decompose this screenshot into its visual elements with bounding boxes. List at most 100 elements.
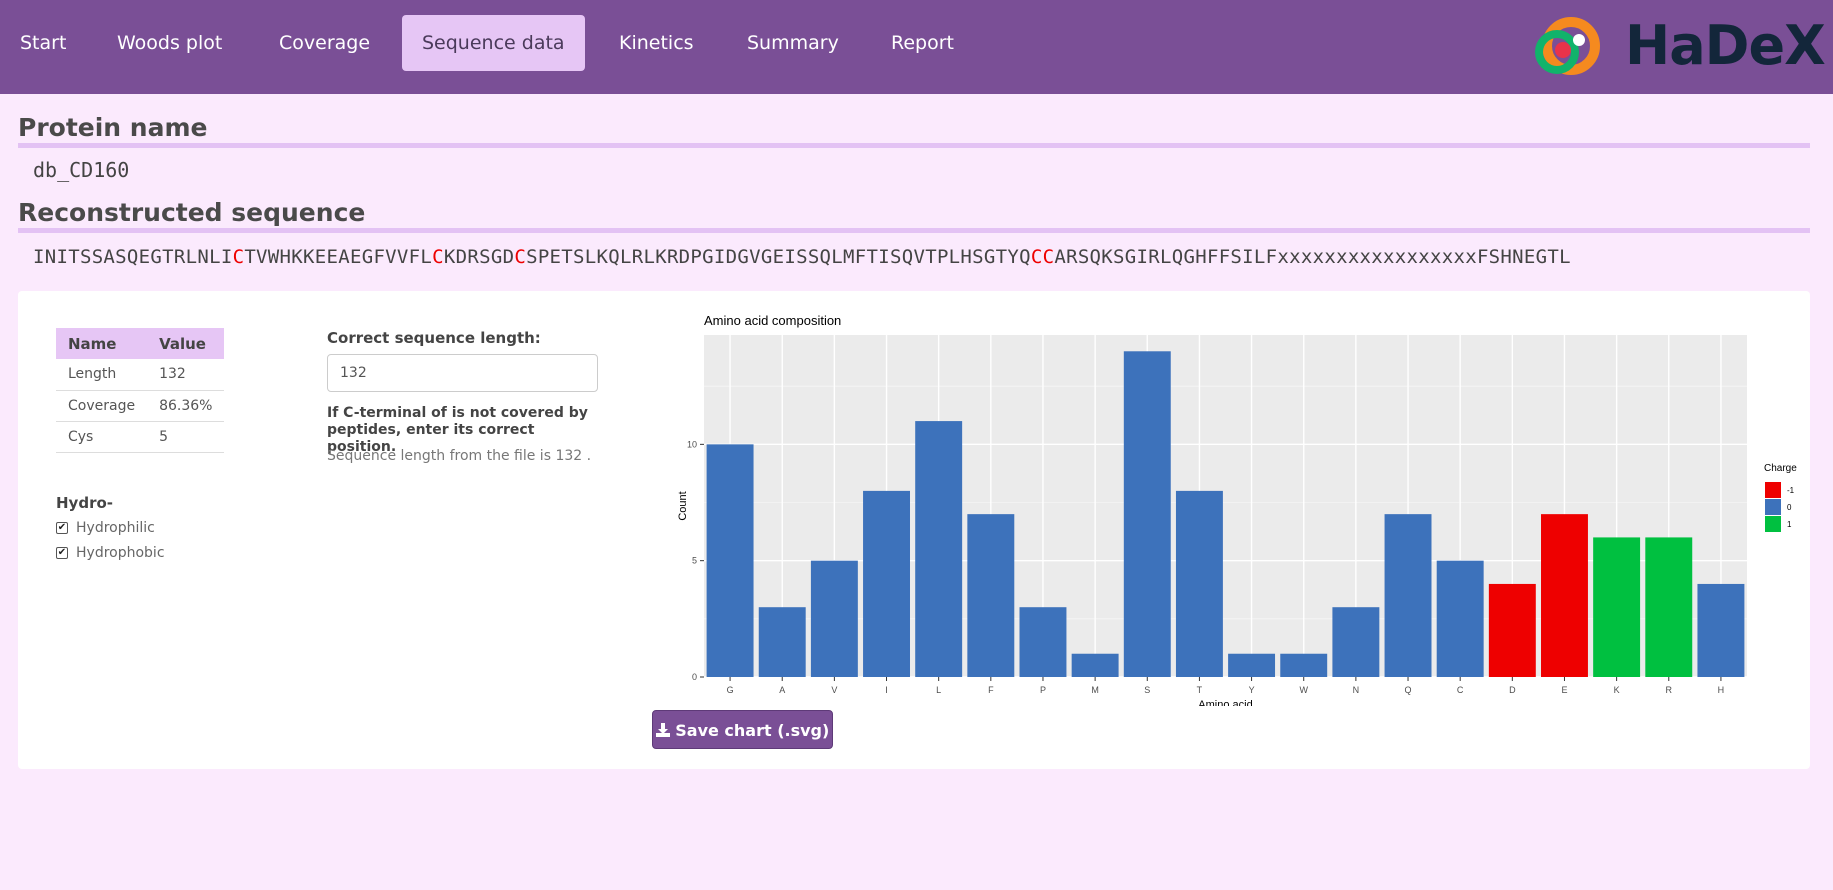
column-header-name: Name xyxy=(56,328,148,359)
x-tick-label: G xyxy=(727,685,734,695)
hydrophobic-checkbox-row[interactable]: ✔ Hydrophobic xyxy=(56,545,165,561)
x-axis-label: Amino acid xyxy=(1198,699,1252,706)
table-row: Cys 5 xyxy=(56,421,225,453)
bar-T xyxy=(1175,490,1223,677)
x-tick-label: D xyxy=(1509,685,1516,695)
bar-N xyxy=(1332,607,1380,677)
file-length-note: Sequence length from the file is 132 . xyxy=(327,448,592,464)
bar-R xyxy=(1645,537,1693,677)
x-tick-label: S xyxy=(1144,685,1150,695)
logo-text: HaDeX xyxy=(1625,14,1826,77)
tab-report[interactable]: Report xyxy=(871,15,974,71)
bar-S xyxy=(1123,351,1171,677)
bar-W xyxy=(1280,653,1328,677)
tab-kinetics[interactable]: Kinetics xyxy=(599,15,714,71)
x-tick-label: P xyxy=(1040,685,1046,695)
chart-title: Amino acid composition xyxy=(704,313,841,328)
cysteine-highlight: C xyxy=(432,246,444,268)
stat-value: 5 xyxy=(147,421,225,453)
tab-sequence-data[interactable]: Sequence data xyxy=(402,15,585,71)
legend-label: -1 xyxy=(1787,486,1795,495)
y-tick-label: 10 xyxy=(687,439,697,449)
x-tick-label: Q xyxy=(1405,685,1412,695)
table-header-row: Name Value xyxy=(56,328,225,359)
x-tick-label: E xyxy=(1561,685,1567,695)
bar-Y xyxy=(1228,653,1276,677)
cysteine-highlight: CC xyxy=(1030,246,1055,268)
save-chart-button[interactable]: Save chart (.svg) xyxy=(652,710,833,749)
x-tick-label: N xyxy=(1353,685,1360,695)
cysteine-highlight: C xyxy=(514,246,527,268)
hydrophilic-label: Hydrophilic xyxy=(76,520,155,536)
legend-swatch xyxy=(1765,516,1781,532)
y-axis-label: Count xyxy=(677,491,689,520)
bar-I xyxy=(863,490,910,677)
x-tick-label: I xyxy=(885,685,888,695)
bar-P xyxy=(1019,607,1067,677)
tab-summary[interactable]: Summary xyxy=(727,15,859,71)
bar-G xyxy=(706,444,754,677)
bar-M xyxy=(1071,653,1119,677)
amino-acid-composition-chart: Amino acid composition0510G A V I L F P M S T Y W N Q… xyxy=(677,313,1797,706)
hydrophobic-checkbox[interactable]: ✔ xyxy=(56,547,68,559)
legend-title: Charge xyxy=(1764,463,1797,474)
x-tick-label: M xyxy=(1091,685,1099,695)
cysteine-highlight: C xyxy=(232,246,245,268)
hydro-heading: Hydro- xyxy=(56,494,113,512)
sequence-rule xyxy=(18,228,1810,233)
sequence-segment: SPETSLKQLRLKRDPGIDGVGEISSQLMFTISQVTPLHSG… xyxy=(526,246,1031,268)
sequence-segment: KDRSGD xyxy=(443,246,515,268)
x-tick-label: T xyxy=(1197,685,1203,695)
tab-coverage[interactable]: Coverage xyxy=(259,15,390,71)
stat-name: Coverage xyxy=(56,390,148,422)
legend-swatch xyxy=(1765,499,1781,515)
x-tick-label: K xyxy=(1614,685,1620,695)
hadex-logo-icon xyxy=(1535,17,1600,75)
hydrophilic-checkbox-row[interactable]: ✔ Hydrophilic xyxy=(56,520,155,536)
sequence-heading: Reconstructed sequence xyxy=(18,198,366,227)
bar-C xyxy=(1436,560,1484,677)
download-icon xyxy=(655,721,676,740)
legend-label: 0 xyxy=(1787,503,1792,512)
hadex-logo: HaDeX xyxy=(1523,10,1826,80)
bar-Q xyxy=(1384,514,1432,677)
stat-name: Cys xyxy=(56,421,148,453)
column-header-value: Value xyxy=(147,328,225,359)
sequence-segment: ARSQKSGIRLQGHFFSILFxxxxxxxxxxxxxxxxxFSHN… xyxy=(1054,246,1571,268)
bar-E xyxy=(1541,514,1588,677)
x-tick-label: A xyxy=(779,685,785,695)
bar-H xyxy=(1697,583,1745,677)
bar-F xyxy=(967,514,1015,677)
x-tick-label: H xyxy=(1718,685,1725,695)
sequence-length-input[interactable]: 132 xyxy=(327,354,598,392)
protein-name-heading: Protein name xyxy=(18,113,208,142)
legend-swatch xyxy=(1765,482,1781,498)
bar-D xyxy=(1488,583,1536,677)
sequence-data-panel: Name Value Length 132 Coverage 86.36% Cy… xyxy=(18,291,1810,769)
hydrophobic-label: Hydrophobic xyxy=(76,545,165,561)
stat-value: 132 xyxy=(147,359,225,391)
tab-woods-plot[interactable]: Woods plot xyxy=(97,15,242,71)
navbar: Start Woods plot Coverage Sequence data Kine… xyxy=(0,0,1833,94)
table-row: Length 132 xyxy=(56,359,225,391)
stat-value: 86.36% xyxy=(147,390,225,422)
save-chart-label: Save chart (.svg) xyxy=(675,721,830,740)
bar-V xyxy=(810,560,858,677)
protein-stats-table: Name Value Length 132 Coverage 86.36% Cy… xyxy=(56,328,225,453)
sequence-length-label: Correct sequence length: xyxy=(327,329,541,347)
x-tick-label: C xyxy=(1457,685,1464,695)
bar-A xyxy=(758,607,806,677)
x-tick-label: Y xyxy=(1249,685,1255,695)
x-tick-label: L xyxy=(936,685,941,695)
hydrophilic-checkbox[interactable]: ✔ xyxy=(56,522,68,534)
protein-name-rule xyxy=(18,143,1810,148)
reconstructed-sequence: INITSSASQEGTRLNLICTVWHKKEEAEGFVVFLCKDRSG… xyxy=(33,246,1571,268)
tab-start[interactable]: Start xyxy=(0,15,86,71)
bar-K xyxy=(1593,537,1641,677)
sequence-segment: INITSSASQEGTRLNLI xyxy=(33,246,233,268)
table-row: Coverage 86.36% xyxy=(56,390,225,422)
protein-name-value: db_CD160 xyxy=(33,158,130,182)
x-tick-label: W xyxy=(1299,685,1308,695)
x-tick-label: F xyxy=(988,685,994,695)
y-tick-label: 0 xyxy=(692,672,697,682)
